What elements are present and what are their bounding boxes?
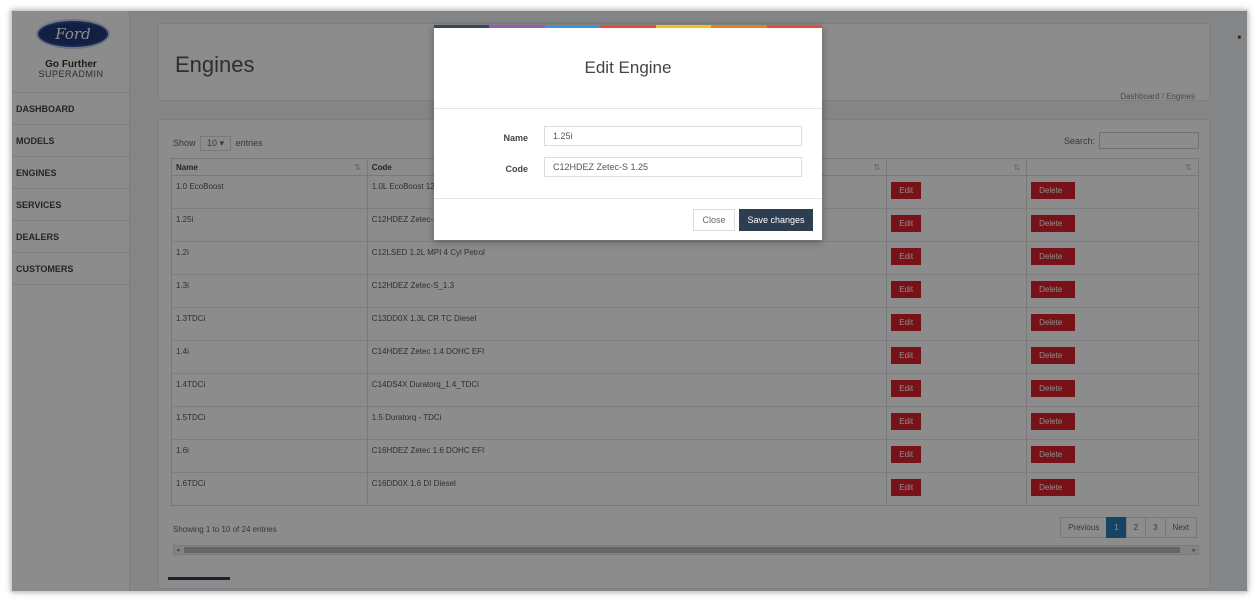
stripe-segment [655,25,712,28]
modal-header: Edit Engine [434,28,822,109]
save-changes-button[interactable]: Save changes [739,209,813,231]
stripe-segment [711,25,767,28]
modal-title: Edit Engine [584,58,672,77]
code-label: Code [505,164,529,174]
edit-engine-modal: Edit Engine Name 1.25i Code C12HDEZ Zete… [434,25,822,240]
code-field[interactable]: C12HDEZ Zetec-S 1.25 [544,157,802,177]
name-field[interactable]: 1.25i [544,126,802,146]
close-button[interactable]: Close [693,209,735,231]
stripe-segment [434,25,490,28]
modal-color-stripe [434,25,822,28]
modal-footer: Close Save changes [434,199,822,240]
app-window: Ford Go Further SUPERADMIN DASHBOARD MOD… [11,10,1248,592]
stripe-segment [489,25,545,28]
stripe-segment [544,25,601,28]
modal-body: Name 1.25i Code C12HDEZ Zetec-S 1.25 [434,109,822,199]
stripe-segment [600,25,656,28]
name-label: Name [503,133,528,143]
stripe-segment [766,25,822,28]
